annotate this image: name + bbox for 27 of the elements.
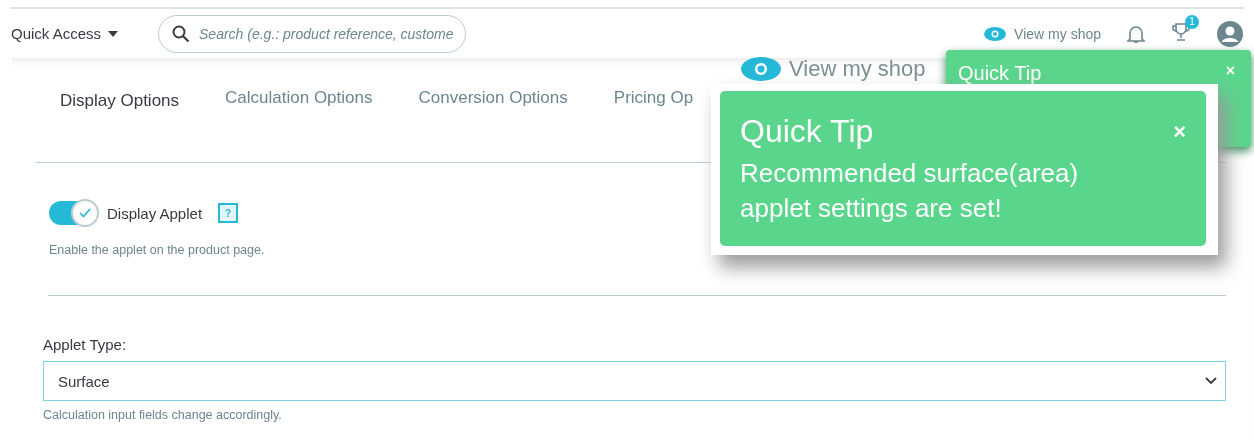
chevron-icon — [1205, 377, 1217, 385]
field-label: Applet Type: — [43, 336, 128, 353]
toggle-label: Display Applet — [107, 204, 203, 222]
toast-title: Quick Tip — [740, 113, 874, 150]
view-shop-text: View my shop — [789, 56, 926, 82]
search-field[interactable]: Search (e.g.: product reference, custome — [158, 14, 467, 53]
check-icon — [79, 208, 91, 218]
applet-type-select[interactable]: Surface — [43, 361, 1226, 401]
eye-icon — [984, 26, 1007, 41]
tab[interactable]: Conversion Options — [418, 88, 568, 108]
tab[interactable]: Pricing Op — [613, 88, 694, 108]
notification-badge: 1 — [1185, 14, 1199, 29]
help-text: Enable the applet on the product page. — [49, 243, 266, 257]
tab[interactable]: Calculation Options — [225, 88, 373, 108]
search-icon — [172, 24, 191, 43]
caret-icon — [108, 30, 119, 37]
quick-access-menu[interactable]: Quick Access — [11, 25, 119, 42]
help-badge[interactable]: ? — [218, 203, 239, 223]
bell-icon[interactable] — [1127, 23, 1145, 44]
trophy-icon[interactable] — [1171, 21, 1191, 42]
toast-title: Quick Tip — [958, 62, 1042, 85]
tab[interactable]: Display Options — [60, 91, 180, 111]
help-text: Calculation input fields change accordingly. — [43, 408, 283, 422]
toast-message: Recommended surface(area) applet settings are set! — [740, 157, 1080, 226]
user-avatar-icon[interactable] — [1217, 20, 1243, 47]
view-shop-link[interactable]: View my shop — [984, 25, 1101, 42]
toggle-switch[interactable] — [49, 201, 97, 225]
